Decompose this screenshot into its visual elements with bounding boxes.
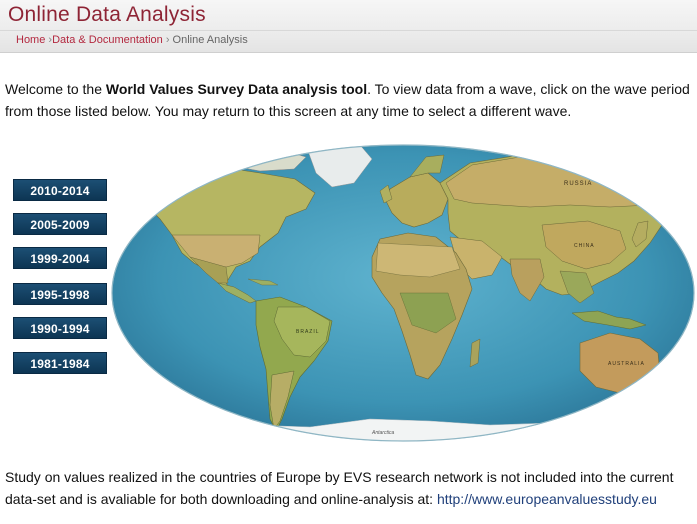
header-divider	[0, 30, 697, 31]
arctic-islands-shape	[229, 148, 307, 172]
page-header: Online Data Analysis Home ›Data & Docume…	[0, 0, 697, 53]
wave-button-2010-2014[interactable]: 2010-2014	[13, 179, 107, 201]
wave-button-1990-1994[interactable]: 1990-1994	[13, 317, 107, 339]
page-title: Online Data Analysis	[8, 3, 206, 26]
evs-note: Study on values realized in the countrie…	[5, 466, 695, 510]
sahara-region	[375, 242, 461, 278]
breadcrumb-separator: ›	[165, 34, 170, 46]
intro-text: Welcome to the World Values Survey Data …	[5, 78, 695, 122]
map-label-australia: AUSTRALIA	[608, 361, 645, 367]
intro-tool-name: World Values Survey Data analysis tool	[105, 81, 368, 97]
breadcrumb: Home ›Data & Documentation › Online Anal…	[16, 34, 248, 46]
map-label-russia: RUSSIA	[564, 181, 592, 187]
breadcrumb-home-link[interactable]: Home	[16, 34, 45, 46]
wave-button-2005-2009[interactable]: 2005-2009	[13, 213, 107, 235]
antarctica-shape	[169, 418, 671, 441]
evs-link[interactable]: http://www.europeanvaluesstudy.eu	[437, 491, 657, 507]
breadcrumb-data-documentation-link[interactable]: Data & Documentation	[52, 34, 163, 46]
map-label-china: CHINA	[574, 243, 595, 249]
breadcrumb-current: Online Analysis	[172, 34, 248, 46]
wave-button-1981-1984[interactable]: 1981-1984	[13, 352, 107, 374]
world-map: RUSSIA CHINA BRAZIL AUSTRALIA Antarctica	[111, 144, 695, 442]
wave-button-1999-2004[interactable]: 1999-2004	[13, 247, 107, 269]
map-label-antarctica: Antarctica	[371, 430, 394, 436]
wave-button-1995-1998[interactable]: 1995-1998	[13, 283, 107, 305]
map-label-brazil: BRAZIL	[296, 329, 320, 335]
new-zealand-shape	[673, 382, 685, 408]
intro-before: Welcome to the	[5, 81, 106, 97]
